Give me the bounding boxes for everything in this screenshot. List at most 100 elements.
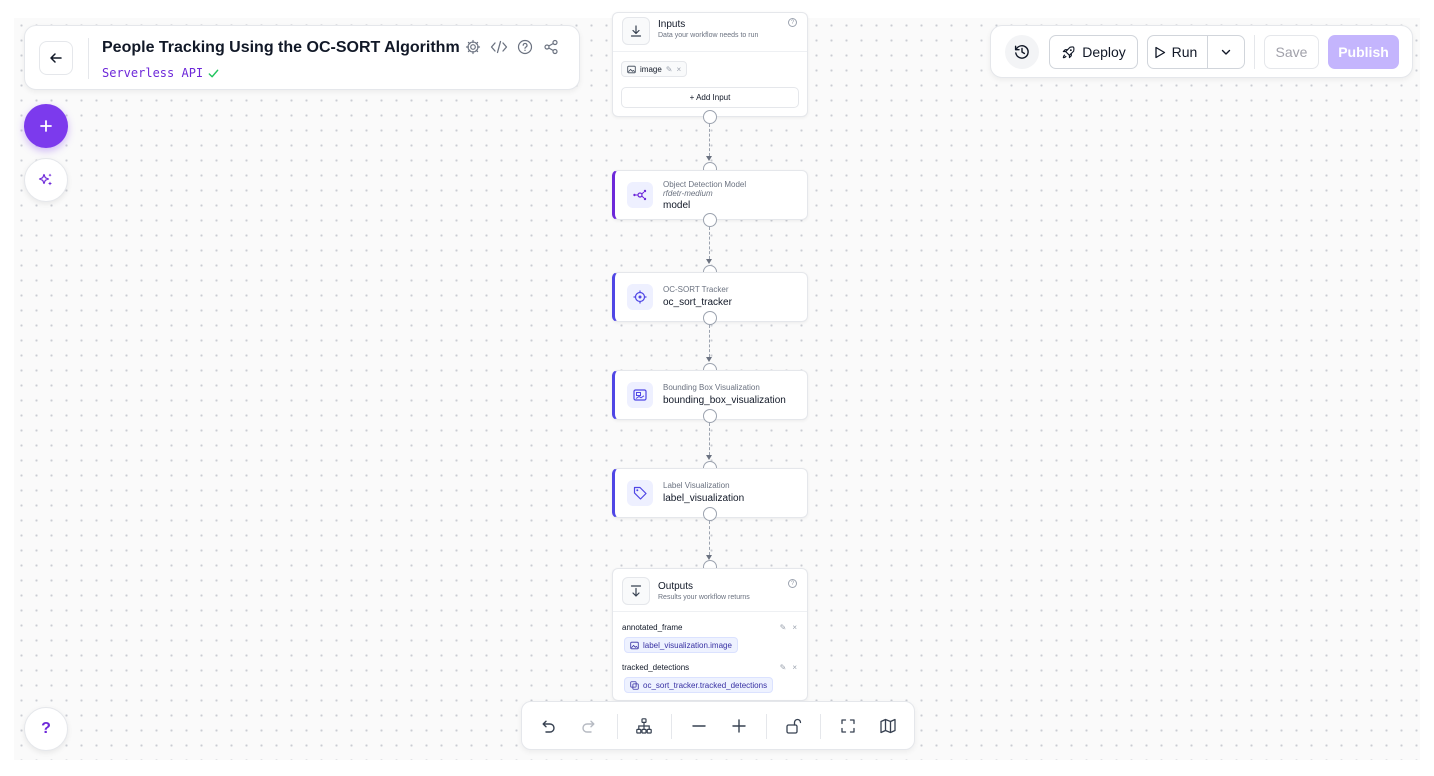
check-icon (208, 69, 219, 77)
inputs-title: Inputs (658, 19, 686, 30)
controls-divider (671, 714, 672, 739)
controls-divider (617, 714, 618, 739)
toolbar-divider (1254, 35, 1255, 69)
edge-label-outputs (709, 521, 710, 555)
model-icon (627, 182, 653, 208)
download-icon (622, 577, 650, 605)
outputs-node[interactable]: Outputs Results your workflow returns ? … (612, 568, 808, 701)
remove-icon[interactable]: × (677, 65, 682, 74)
save-button[interactable]: Save (1264, 35, 1319, 69)
ai-assistant-button[interactable] (24, 158, 68, 202)
redo-button[interactable] (577, 714, 601, 738)
rocket-icon (1062, 45, 1075, 58)
outputs-divider (613, 611, 807, 612)
sparkles-icon (38, 173, 52, 186)
controls-divider (766, 714, 767, 739)
deployment-mode-label: Serverless API (102, 66, 204, 80)
redo-icon (582, 720, 595, 733)
model-output-handle[interactable] (703, 213, 717, 227)
input-name: image (640, 64, 662, 74)
add-input-button[interactable]: + Add Input (621, 87, 799, 108)
settings-icon[interactable] (464, 38, 482, 56)
bbox-output-handle[interactable] (703, 409, 717, 423)
workflow-title[interactable]: People Tracking Using the OC-SORT Algori… (102, 39, 460, 57)
edge-arrow (706, 156, 712, 161)
edge-arrow (706, 259, 712, 264)
edge-arrow (706, 357, 712, 362)
top-toolbar: Deploy Run Save Publish (990, 25, 1413, 78)
edge-bbox-label (709, 423, 710, 455)
back-button[interactable] (39, 41, 73, 75)
output-value-chip[interactable]: label_visualization.image (624, 637, 738, 653)
block-model-id: rfdetr-medium (663, 189, 713, 198)
edge-model-tracker (709, 227, 710, 259)
output-value-chip[interactable]: oc_sort_tracker.tracked_detections (624, 677, 774, 693)
download-icon (622, 17, 650, 45)
play-icon (1155, 46, 1165, 58)
block-type: Object Detection Model (663, 180, 747, 189)
block-type: Bounding Box Visualization (663, 383, 760, 392)
zoom-out-button[interactable] (687, 714, 711, 738)
tracker-output-handle[interactable] (703, 311, 717, 325)
help-button[interactable]: ? (24, 707, 68, 751)
image-icon (630, 641, 639, 649)
run-label: Run (1171, 44, 1198, 60)
minimap-button[interactable] (876, 714, 900, 738)
zoom-in-button[interactable] (727, 714, 751, 738)
deploy-label: Deploy (1082, 44, 1126, 60)
fit-view-button[interactable] (836, 714, 860, 738)
run-options-dropdown[interactable] (1214, 46, 1238, 58)
add-block-button[interactable] (24, 104, 68, 148)
edge-tracker-bbox (709, 325, 710, 357)
block-type: OC-SORT Tracker (663, 285, 729, 294)
minus-icon (692, 725, 706, 727)
edit-icon[interactable]: ✎ (666, 65, 673, 74)
block-name: model (663, 200, 691, 211)
outputs-title: Outputs (658, 581, 694, 592)
help-button-label: ? (41, 720, 51, 737)
edge-arrow (706, 455, 712, 460)
help-icon[interactable] (516, 38, 534, 56)
edit-icon[interactable]: ✎ (780, 663, 787, 672)
image-frame-icon (627, 382, 653, 408)
outputs-help-icon[interactable]: ? (788, 579, 797, 588)
run-button[interactable]: Run (1154, 36, 1209, 68)
inputs-node[interactable]: Inputs Data your workflow needs to run ?… (612, 12, 808, 117)
remove-icon[interactable]: × (792, 623, 797, 632)
output-name: annotated_frame (622, 623, 683, 632)
run-button-group: Run (1147, 35, 1245, 69)
map-icon (880, 718, 896, 734)
remove-icon[interactable]: × (792, 663, 797, 672)
lock-button[interactable] (781, 714, 805, 738)
plus-icon (40, 120, 52, 132)
edit-icon[interactable]: ✎ (780, 623, 787, 632)
header-divider (88, 38, 89, 79)
hierarchy-icon (636, 718, 652, 734)
fullscreen-icon (841, 719, 855, 733)
history-button[interactable] (1005, 35, 1039, 69)
undo-icon (542, 720, 555, 733)
arrow-left-icon (50, 53, 62, 63)
block-type: Label Visualization (663, 481, 730, 490)
canvas-controls (521, 701, 915, 750)
publish-button[interactable]: Publish (1328, 35, 1399, 69)
image-icon (627, 65, 636, 73)
code-icon[interactable] (490, 38, 508, 56)
undo-button[interactable] (536, 714, 560, 738)
block-name: bounding_box_visualization (663, 395, 786, 406)
deployment-mode: Serverless API (102, 66, 220, 80)
chevron-down-icon (1222, 49, 1231, 55)
block-name: label_visualization (663, 493, 745, 504)
history-icon (1014, 45, 1029, 59)
deploy-button[interactable]: Deploy (1049, 35, 1138, 69)
output-value: oc_sort_tracker.tracked_detections (643, 680, 768, 690)
share-icon[interactable] (542, 38, 560, 56)
label-output-handle[interactable] (703, 507, 717, 521)
inputs-output-handle[interactable] (703, 110, 717, 124)
output-name: tracked_detections (622, 663, 690, 672)
inputs-help-icon[interactable]: ? (788, 18, 797, 27)
tag-icon (627, 480, 653, 506)
input-chip-image[interactable]: image ✎ × (621, 61, 688, 77)
auto-layout-button[interactable] (632, 714, 656, 738)
edge-inputs-model (709, 124, 710, 156)
